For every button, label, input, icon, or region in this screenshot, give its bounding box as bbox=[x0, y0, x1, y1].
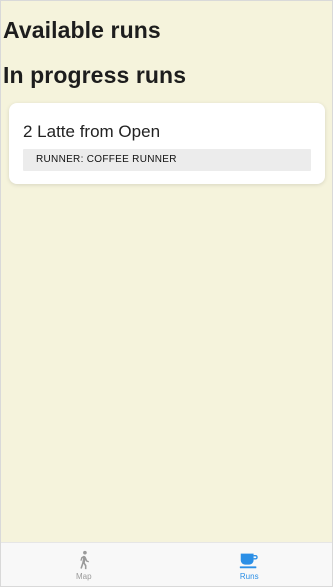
tab-bar: Map Runs bbox=[1, 542, 332, 586]
available-runs-heading: Available runs bbox=[3, 17, 161, 43]
run-card[interactable]: 2 Latte from Open RUNNER: COFFEE RUNNER bbox=[9, 103, 325, 184]
run-title: 2 Latte from Open bbox=[23, 122, 161, 141]
in-progress-runs-heading: In progress runs bbox=[3, 62, 187, 88]
walking-person-icon bbox=[80, 550, 89, 570]
coffee-cup-icon bbox=[240, 553, 258, 569]
runs-content: Available runs In progress runs 2 Latte … bbox=[1, 1, 332, 542]
tab-runs[interactable]: Runs bbox=[167, 543, 333, 586]
tab-map[interactable]: Map bbox=[1, 543, 167, 586]
tab-map-label: Map bbox=[75, 572, 92, 581]
app-screen: Available runs In progress runs 2 Latte … bbox=[0, 0, 333, 587]
runner-tag: RUNNER: COFFEE RUNNER bbox=[23, 149, 311, 171]
tab-runs-label: Runs bbox=[239, 572, 259, 581]
